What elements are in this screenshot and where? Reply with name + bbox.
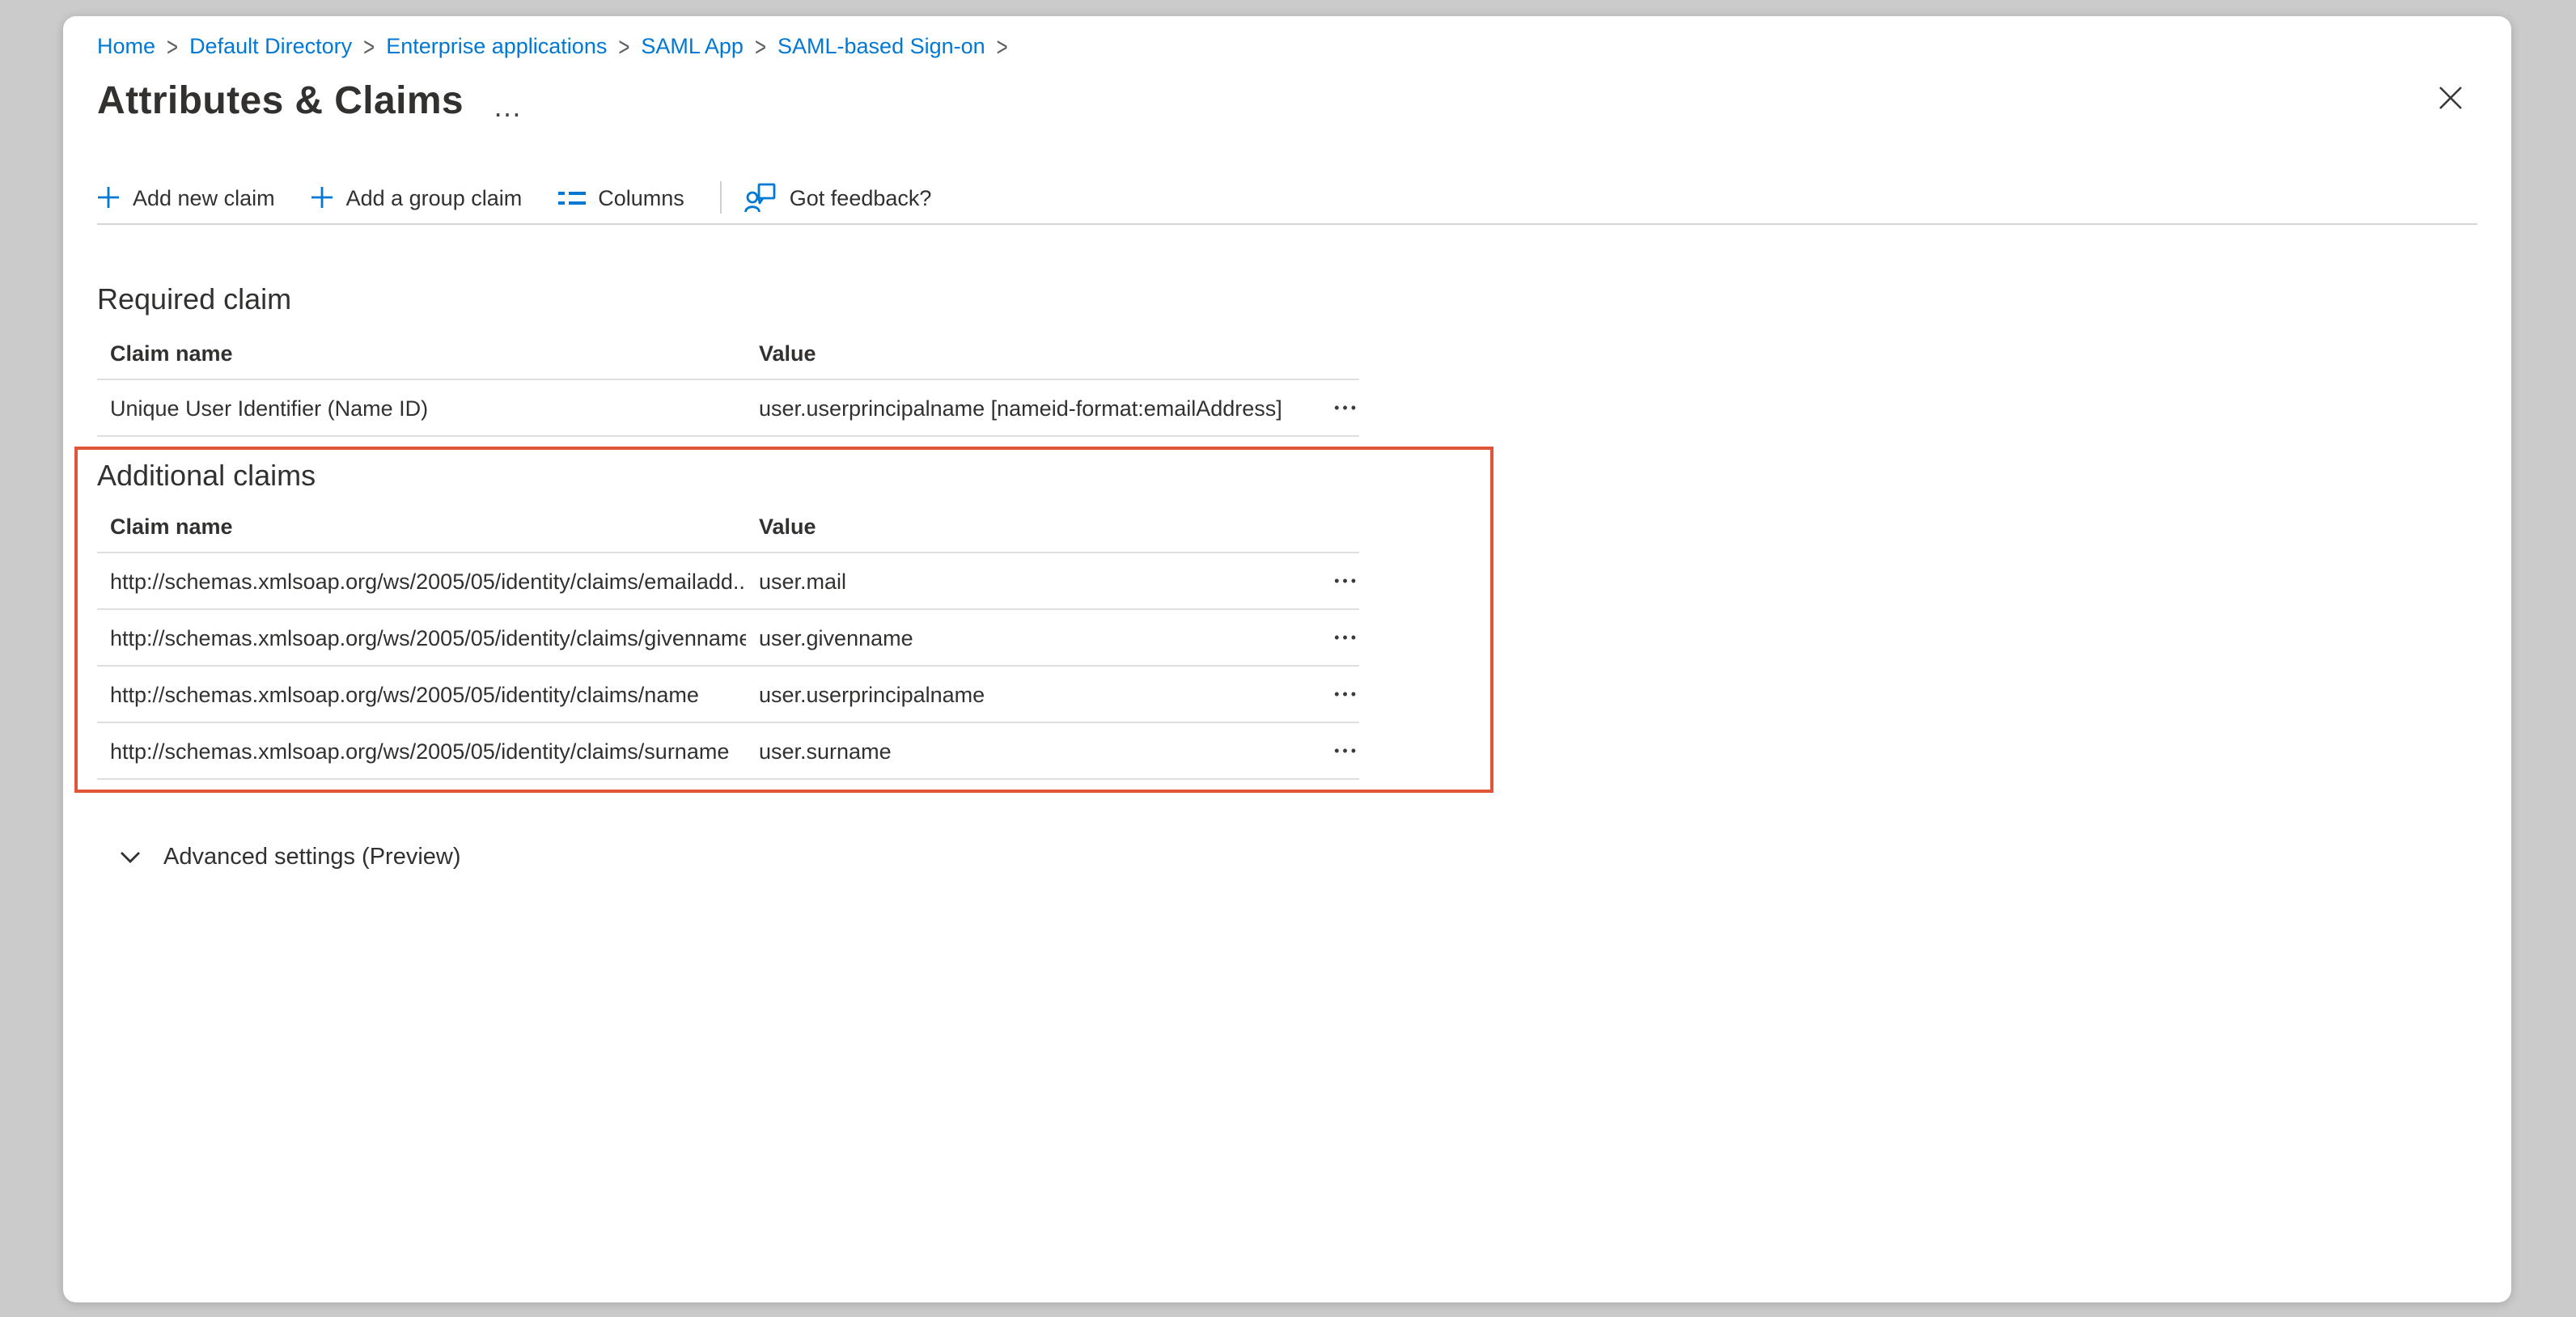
claim-name-cell: http://schemas.xmlsoap.org/ws/2005/05/id… bbox=[97, 722, 746, 779]
row-actions-button[interactable]: ••• bbox=[1334, 572, 1359, 588]
claim-value-cell: user.mail bbox=[746, 553, 1282, 609]
chevron-down-icon bbox=[120, 851, 141, 864]
value-header: Value bbox=[746, 341, 1282, 379]
table-header-row: Claim name Value bbox=[97, 341, 1359, 379]
command-bar: Add new claim Add a group claim Columns bbox=[97, 181, 2477, 214]
table-row: http://schemas.xmlsoap.org/ws/2005/05/id… bbox=[97, 553, 1359, 609]
row-actions-button[interactable]: ••• bbox=[1334, 742, 1359, 758]
claim-value-cell: user.userprincipalname [nameid-format:em… bbox=[746, 379, 1282, 436]
plus-icon bbox=[311, 186, 333, 209]
got-feedback-button[interactable]: Got feedback? bbox=[744, 182, 932, 213]
breadcrumb-separator: > bbox=[997, 25, 1008, 69]
claim-name-header: Claim name bbox=[97, 341, 746, 379]
columns-label: Columns bbox=[598, 185, 684, 210]
row-actions-button[interactable]: ••• bbox=[1334, 629, 1359, 645]
add-new-claim-label: Add new claim bbox=[133, 185, 275, 210]
got-feedback-label: Got feedback? bbox=[790, 185, 932, 210]
breadcrumb-home[interactable]: Home bbox=[97, 31, 155, 63]
row-actions-button[interactable]: ••• bbox=[1334, 399, 1359, 415]
value-header: Value bbox=[746, 515, 1282, 553]
add-group-claim-button[interactable]: Add a group claim bbox=[311, 185, 523, 210]
additional-claims-heading: Additional claims bbox=[97, 456, 2477, 495]
add-new-claim-button[interactable]: Add new claim bbox=[97, 185, 275, 210]
claim-name-cell: Unique User Identifier (Name ID) bbox=[97, 379, 746, 436]
breadcrumb: Home > Default Directory > Enterprise ap… bbox=[97, 31, 2477, 63]
breadcrumb-separator: > bbox=[618, 25, 629, 69]
attributes-claims-blade: Home > Default Directory > Enterprise ap… bbox=[63, 16, 2511, 1302]
plus-icon bbox=[97, 186, 120, 209]
required-claim-heading: Required claim bbox=[97, 280, 2477, 319]
additional-claims-table: Claim name Value http://schemas.xmlsoap.… bbox=[97, 515, 1359, 780]
claim-name-cell: http://schemas.xmlsoap.org/ws/2005/05/id… bbox=[97, 666, 746, 722]
table-header-row: Claim name Value bbox=[97, 515, 1359, 553]
breadcrumb-saml-based-sign-on[interactable]: SAML-based Sign-on bbox=[777, 31, 985, 63]
claim-value-cell: user.givenname bbox=[746, 609, 1282, 666]
table-row: http://schemas.xmlsoap.org/ws/2005/05/id… bbox=[97, 666, 1359, 722]
table-row: Unique User Identifier (Name ID) user.us… bbox=[97, 379, 1359, 436]
stage: Home > Default Directory > Enterprise ap… bbox=[0, 0, 2576, 1317]
page-title: Attributes & Claims bbox=[97, 79, 464, 125]
title-more-button[interactable]: … bbox=[493, 89, 525, 115]
advanced-settings-toggle[interactable]: Advanced settings (Preview) bbox=[120, 845, 2477, 870]
close-icon bbox=[2438, 85, 2462, 109]
advanced-settings-label: Advanced settings (Preview) bbox=[163, 845, 461, 870]
title-row: Attributes & Claims … bbox=[97, 76, 2477, 128]
claim-value-cell: user.userprincipalname bbox=[746, 666, 1282, 722]
feedback-icon bbox=[744, 182, 777, 213]
claim-value-cell: user.surname bbox=[746, 722, 1282, 779]
columns-button[interactable]: Columns bbox=[557, 185, 684, 210]
columns-icon bbox=[557, 185, 585, 210]
breadcrumb-default-directory[interactable]: Default Directory bbox=[189, 31, 352, 63]
row-actions-button[interactable]: ••• bbox=[1334, 685, 1359, 701]
table-row: http://schemas.xmlsoap.org/ws/2005/05/id… bbox=[97, 722, 1359, 779]
breadcrumb-separator: > bbox=[363, 25, 375, 69]
claim-name-cell: http://schemas.xmlsoap.org/ws/2005/05/id… bbox=[97, 553, 746, 609]
toolbar-divider bbox=[720, 181, 722, 214]
add-group-claim-label: Add a group claim bbox=[346, 185, 523, 210]
claim-name-header: Claim name bbox=[97, 515, 746, 553]
toolbar-rule bbox=[97, 223, 2477, 225]
breadcrumb-separator: > bbox=[755, 25, 766, 69]
claim-name-cell: http://schemas.xmlsoap.org/ws/2005/05/id… bbox=[97, 609, 746, 666]
breadcrumb-saml-app[interactable]: SAML App bbox=[641, 31, 744, 63]
close-button[interactable] bbox=[2434, 81, 2466, 113]
table-row: http://schemas.xmlsoap.org/ws/2005/05/id… bbox=[97, 609, 1359, 666]
breadcrumb-separator: > bbox=[167, 25, 178, 69]
required-claim-table: Claim name Value Unique User Identifier … bbox=[97, 341, 1359, 437]
breadcrumb-enterprise-applications[interactable]: Enterprise applications bbox=[386, 31, 607, 63]
